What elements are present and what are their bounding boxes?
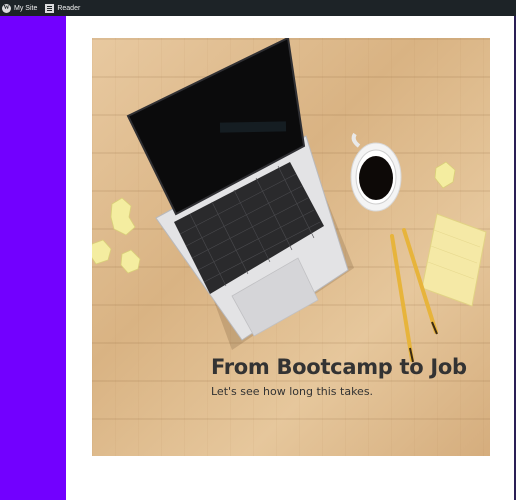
paper-ball-2 — [92, 239, 112, 265]
reader-label: Reader — [57, 4, 81, 12]
my-site-link[interactable]: W My Site — [2, 3, 38, 13]
page-subtitle: Let's see how long this takes. — [211, 385, 374, 398]
page-title: From Bootcamp to Job — [211, 355, 467, 379]
paper-ball-3 — [120, 249, 141, 274]
admin-bar: W My Site Reader — [0, 0, 516, 16]
wordpress-logo-icon: W — [2, 3, 11, 13]
pencil-1 — [390, 234, 414, 362]
my-site-label: My Site — [14, 4, 38, 12]
hero-header: From Bootcamp to Job Let's see how long … — [92, 38, 490, 456]
paper-ball-4 — [434, 161, 456, 189]
reader-icon — [45, 3, 55, 13]
reader-link[interactable]: Reader — [45, 3, 81, 13]
side-panel — [0, 16, 66, 500]
sticky-notes — [421, 213, 487, 307]
paper-ball-1 — [110, 197, 136, 236]
